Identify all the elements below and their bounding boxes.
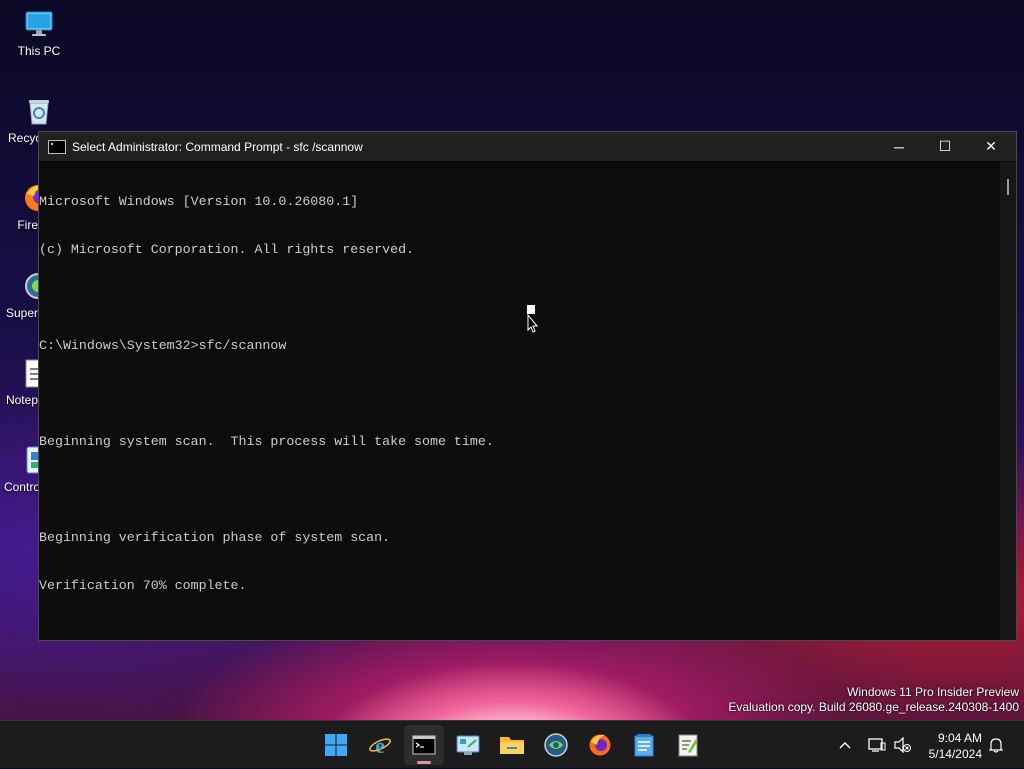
monitor-icon bbox=[23, 8, 55, 40]
cmd-icon bbox=[48, 139, 66, 154]
vertical-scrollbar[interactable] bbox=[1000, 162, 1016, 640]
recycle-bin-icon bbox=[23, 95, 55, 127]
superantispyware-icon bbox=[22, 270, 38, 302]
maximize-button[interactable]: ☐ bbox=[922, 132, 968, 161]
chevron-up-icon bbox=[839, 742, 851, 749]
globe-icon bbox=[544, 733, 568, 757]
command-prompt-window[interactable]: Select Administrator: Command Prompt - s… bbox=[38, 131, 1017, 641]
taskbar-app-control-panel[interactable] bbox=[448, 725, 488, 765]
maximize-icon: ☐ bbox=[938, 138, 952, 154]
taskbar-app-file-explorer[interactable] bbox=[492, 725, 532, 765]
desktop-icon-control-panel[interactable]: Contro bbox=[0, 444, 40, 494]
svg-text:e: e bbox=[375, 733, 385, 757]
windows-logo-icon bbox=[325, 734, 347, 756]
desktop-icon-label: Super bbox=[5, 306, 38, 320]
console-line: Microsoft Windows [Version 10.0.26080.1] bbox=[39, 194, 359, 209]
control-panel-icon bbox=[456, 735, 480, 755]
firefox-icon bbox=[589, 734, 611, 756]
desktop-icon-firefox[interactable]: Fire bbox=[0, 182, 38, 232]
scrollbar-thumb[interactable] bbox=[1007, 179, 1009, 195]
console-output[interactable]: Microsoft Windows [Version 10.0.26080.1]… bbox=[39, 162, 1000, 640]
desktop-icon-superantispyware[interactable]: Super bbox=[0, 270, 38, 320]
taskbar-app-superantispyware[interactable] bbox=[536, 725, 576, 765]
taskbar-app-notepad-plus[interactable] bbox=[668, 725, 708, 765]
minimize-icon: ─ bbox=[894, 138, 904, 155]
close-button[interactable]: ✕ bbox=[968, 132, 1014, 161]
minimize-button[interactable]: ─ bbox=[876, 132, 922, 161]
console-line: Verification 70% complete. bbox=[39, 578, 247, 593]
taskbar: e 9:04 AM 5/14/2024 bbox=[0, 720, 1024, 768]
console-line: Beginning system scan. This process will… bbox=[39, 434, 494, 449]
console-line: C:\Windows\System32>sfc/scannow bbox=[39, 338, 287, 353]
evaluation-watermark: Windows 11 Pro Insider Preview Evaluatio… bbox=[728, 685, 1019, 715]
clock-time: 9:04 AM bbox=[937, 731, 982, 745]
network-icon bbox=[868, 738, 886, 752]
firefox-icon bbox=[22, 182, 38, 214]
taskbar-app-firefox[interactable] bbox=[580, 725, 620, 765]
desktop-icon-label: This PC bbox=[17, 44, 61, 58]
taskbar-app-notepad[interactable] bbox=[624, 725, 664, 765]
ie-icon: e bbox=[369, 733, 391, 757]
watermark-line: Windows 11 Pro Insider Preview bbox=[847, 685, 1019, 699]
console-line: (c) Microsoft Corporation. All rights re… bbox=[39, 242, 415, 257]
console-line: Beginning verification phase of system s… bbox=[39, 530, 391, 545]
notepad-icon bbox=[22, 357, 38, 389]
desktop-icon-label: Fire bbox=[17, 218, 38, 232]
close-icon: ✕ bbox=[985, 138, 997, 154]
system-clock[interactable]: 9:04 AM 5/14/2024 bbox=[929, 730, 982, 762]
clock-date: 5/14/2024 bbox=[928, 747, 982, 761]
notifications-button[interactable] bbox=[986, 721, 1006, 769]
show-hidden-icons-button[interactable] bbox=[834, 721, 856, 769]
cmd-icon bbox=[412, 735, 436, 755]
folder-icon bbox=[500, 737, 524, 754]
mouse-cursor-icon bbox=[526, 305, 539, 333]
desktop-icon-label: Contro bbox=[3, 480, 40, 494]
bell-icon bbox=[989, 738, 1003, 753]
window-titlebar[interactable]: Select Administrator: Command Prompt - s… bbox=[39, 132, 1016, 161]
volume-muted-icon bbox=[894, 737, 911, 753]
notepad-plus-icon bbox=[678, 734, 698, 757]
watermark-line: Evaluation copy. Build 26080.ge_release.… bbox=[728, 700, 1019, 714]
desktop-icon-notepad[interactable]: Notep bbox=[0, 357, 38, 407]
notepad-icon bbox=[634, 734, 654, 757]
desktop-icon-this-pc[interactable]: This PC bbox=[0, 8, 79, 58]
volume-button[interactable] bbox=[892, 721, 914, 769]
start-button[interactable] bbox=[316, 725, 356, 765]
taskbar-app-internet-explorer[interactable]: e bbox=[360, 725, 400, 765]
active-indicator bbox=[417, 761, 431, 764]
taskbar-app-command-prompt[interactable] bbox=[404, 725, 444, 765]
network-status-button[interactable] bbox=[866, 721, 888, 769]
window-title: Select Administrator: Command Prompt - s… bbox=[72, 139, 363, 154]
desktop-icon-label: Notep bbox=[5, 393, 38, 407]
